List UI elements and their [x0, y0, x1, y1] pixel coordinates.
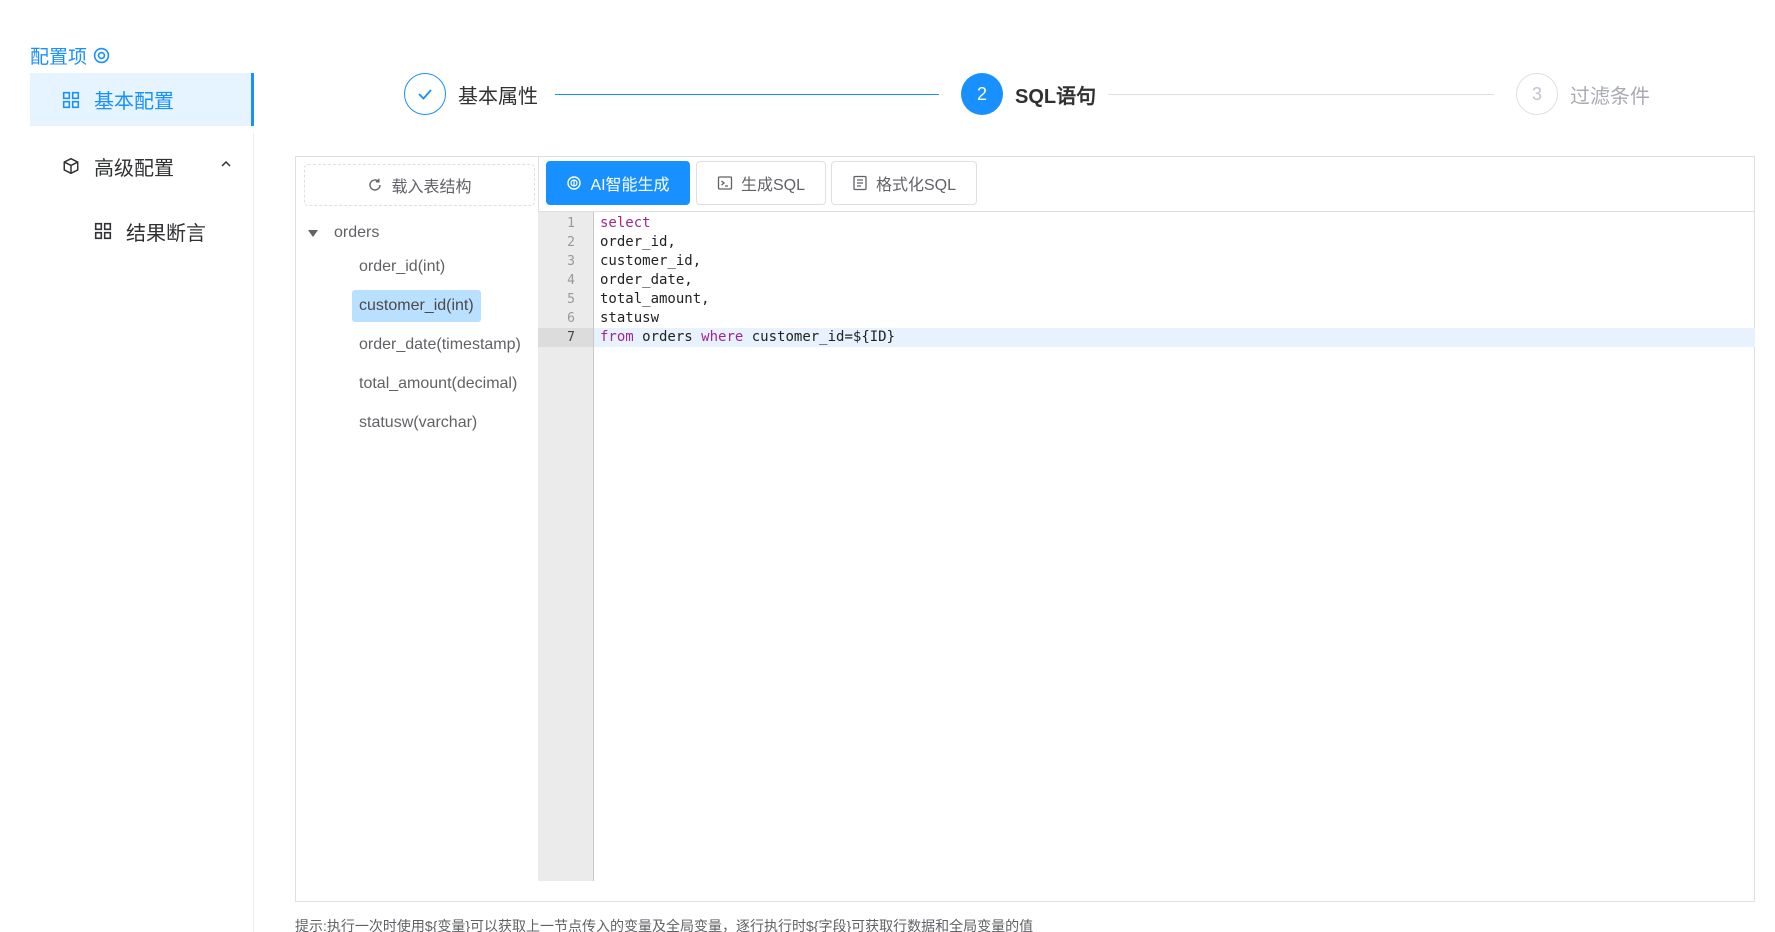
sql-text: total_amount, — [600, 291, 710, 307]
line-number: 3 — [567, 254, 575, 269]
sidebar-item-basic-config[interactable]: 基本配置 — [30, 73, 254, 126]
tree-node-field[interactable]: statusw(varchar) — [352, 407, 484, 439]
sql-keyword: select — [600, 215, 651, 231]
step-number: 3 — [1516, 73, 1558, 115]
step-basic-properties[interactable]: 基本属性 — [404, 73, 538, 115]
sidebar-item-label: 高级配置 — [94, 157, 174, 180]
sidebar-header-label: 配置项 — [30, 47, 88, 68]
tree-node-field[interactable]: total_amount(decimal) — [352, 368, 524, 400]
tree-node-label: statusw(varchar) — [359, 414, 478, 431]
tree-node-label: customer_id(int) — [359, 297, 474, 314]
code-line[interactable]: statusw — [594, 309, 1755, 328]
line-number: 6 — [567, 311, 575, 326]
step-connector — [1108, 94, 1494, 95]
check-icon — [418, 89, 432, 100]
line-number-gutter: 1 2 3 4 5 6 7 — [538, 212, 594, 881]
sql-text: customer_id, — [600, 253, 702, 269]
format-sql-button[interactable]: 格式化SQL — [831, 161, 977, 205]
step-label: SQL语句 — [1015, 85, 1097, 108]
terminal-icon — [717, 176, 733, 190]
sql-keyword: from — [600, 329, 634, 345]
grid-icon — [62, 91, 80, 108]
sql-code-editor[interactable]: 1 2 3 4 5 6 7 select order_id, customer_id,order… — [538, 211, 1755, 881]
load-table-structure-label: 载入表结构 — [391, 179, 472, 196]
tree-node-label: total_amount(decimal) — [359, 375, 518, 392]
step-sql-statement[interactable]: 2 SQL语句 — [961, 73, 1096, 115]
load-table-structure-button[interactable]: 载入表结构 — [304, 164, 535, 206]
sidebar-item-advanced-config[interactable]: 高级配置 — [62, 148, 234, 184]
code-area[interactable]: select order_id, customer_id, order_date,to… — [594, 212, 1755, 881]
ai-generate-button[interactable]: AI智能生成 — [546, 161, 690, 205]
chevron-up-icon[interactable] — [218, 156, 234, 172]
code-line[interactable]: order_date, — [594, 271, 1755, 290]
step-label: 过滤条件 — [1570, 85, 1650, 108]
tree-node-field-selected[interactable]: customer_id(int) — [352, 290, 481, 322]
sidebar-header: 配置项 — [30, 42, 110, 69]
step-filter-conditions[interactable]: 3 过滤条件 — [1516, 73, 1650, 115]
caret-down-icon[interactable] — [308, 229, 318, 237]
code-line[interactable]: from orders where customer_id=${ID} — [594, 328, 1755, 347]
sidebar-item-label: 基本配置 — [94, 91, 174, 113]
format-icon — [853, 175, 867, 191]
generate-sql-label: 生成SQL — [740, 177, 806, 194]
sql-text: customer_id=${ID} — [743, 329, 896, 345]
tree-node-field[interactable]: order_id(int) — [352, 251, 452, 283]
step-circle — [404, 73, 446, 115]
step-number: 2 — [961, 73, 1003, 115]
tree-node-table[interactable]: orders — [308, 224, 379, 242]
tree-node-label: order_id(int) — [359, 258, 446, 275]
sql-text: statusw — [600, 310, 660, 326]
line-number: 5 — [567, 292, 575, 307]
cube-icon — [63, 157, 79, 175]
target-icon[interactable] — [93, 47, 110, 64]
line-number: 2 — [567, 235, 575, 250]
grid-icon — [94, 222, 112, 240]
sql-text: order_id, — [600, 234, 676, 250]
tree-node-label: order_date(timestamp) — [359, 336, 521, 353]
code-line[interactable]: select — [594, 214, 1755, 233]
code-line[interactable]: order_id, — [594, 233, 1755, 252]
variable-usage-hint: 提示:执行一次时使用${变量}可以获取上一节点传入的变量及全局变量，逐行执行时$… — [295, 918, 1034, 932]
tree-node-label: orders — [334, 224, 380, 241]
sql-text: orders — [633, 329, 702, 345]
tree-node-field[interactable]: order_date(timestamp) — [352, 329, 528, 361]
ai-icon — [567, 176, 582, 190]
line-number: 4 — [567, 273, 575, 288]
format-sql-label: 格式化SQL — [875, 177, 957, 194]
sql-text: order_date, — [600, 272, 693, 288]
sql-editor-panel: 载入表结构 orders order_id(int) customer_id(i… — [295, 156, 1755, 902]
sql-keyword: where — [701, 329, 744, 345]
code-line[interactable]: total_amount, — [594, 290, 1755, 309]
step-label: 基本属性 — [458, 85, 538, 108]
sidebar-divider — [253, 132, 254, 932]
refresh-icon — [369, 178, 382, 191]
generate-sql-button[interactable]: 生成SQL — [696, 161, 826, 205]
code-line[interactable]: customer_id, — [594, 252, 1755, 271]
ai-generate-label: AI智能生成 — [590, 177, 670, 194]
sidebar-item-label: 结果断言 — [126, 222, 206, 245]
line-number: 1 — [567, 216, 575, 231]
sidebar-item-result-assertion[interactable]: 结果断言 — [94, 213, 206, 249]
step-connector — [555, 94, 939, 95]
line-number: 7 — [538, 328, 593, 347]
